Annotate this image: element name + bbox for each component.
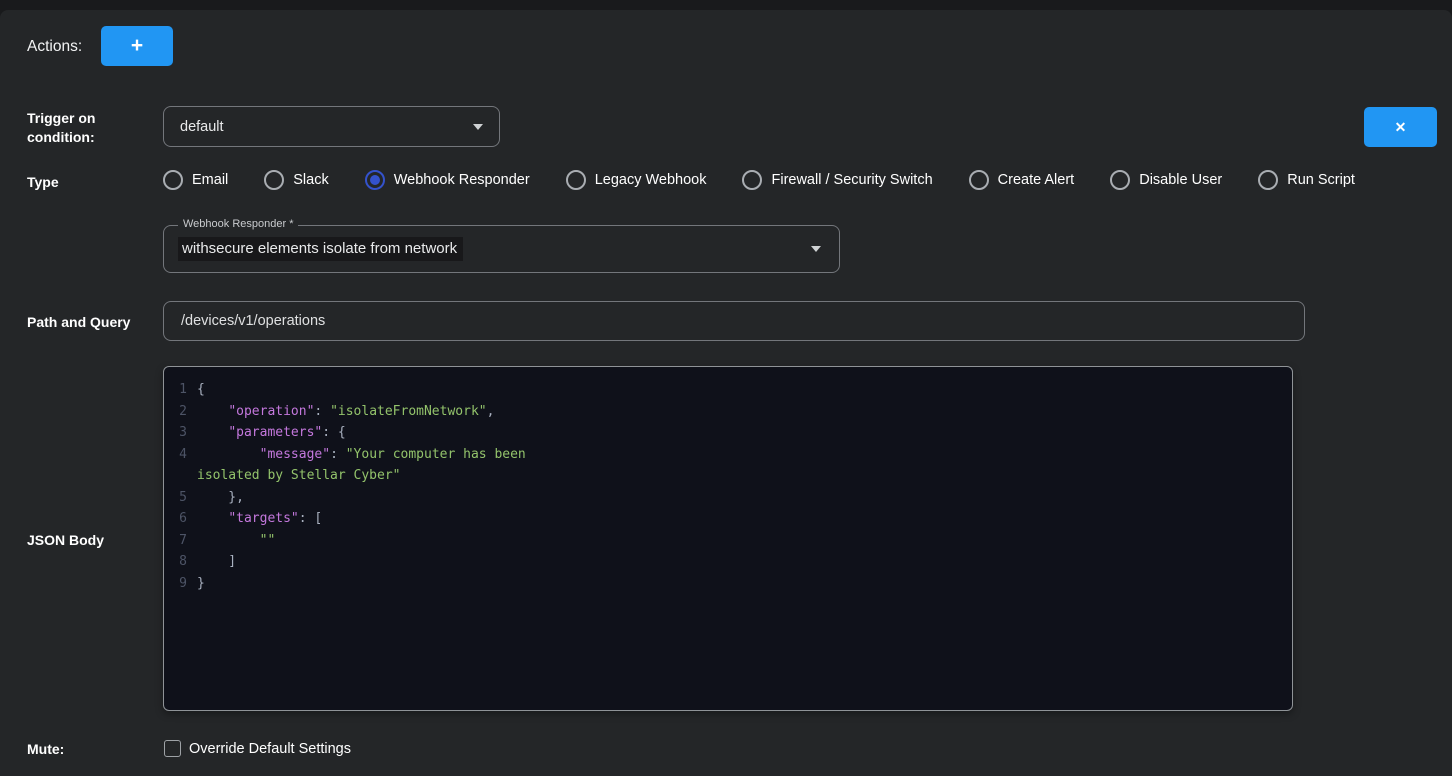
code-line: 2 "operation": "isolateFromNetwork", [164,401,1284,423]
radio-icon [742,170,762,190]
code-line: 4 "message": "Your computer has been [164,444,1284,466]
type-option-firewall-security-switch[interactable]: Firewall / Security Switch [742,170,932,190]
webhook-responder-label: Webhook Responder * [178,218,298,230]
line-number: 4 [164,444,197,466]
line-number: 5 [164,487,197,509]
radio-icon [566,170,586,190]
radio-option-label: Email [192,172,228,188]
close-icon: ✕ [1395,119,1407,136]
type-option-disable-user[interactable]: Disable User [1110,170,1222,190]
trigger-condition-select[interactable]: default [163,106,500,147]
radio-option-label: Webhook Responder [394,172,530,188]
line-number: 7 [164,530,197,552]
code-line: 5 }, [164,487,1284,509]
code-line: 3 "parameters": { [164,422,1284,444]
webhook-responder-select[interactable]: Webhook Responder * withsecure elements … [163,225,840,273]
code-text: }, [197,487,244,509]
chevron-down-icon [811,246,821,252]
json-body-label: JSON Body [27,532,104,548]
action-config-panel: Actions: + Trigger on condition: default… [0,10,1452,776]
chevron-down-icon [473,124,483,130]
line-number [164,465,197,487]
line-number: 6 [164,508,197,530]
line-number: 9 [164,573,197,595]
code-text: } [197,573,205,595]
radio-option-label: Disable User [1139,172,1222,188]
code-text: "" [197,530,275,552]
override-default-settings-label: Override Default Settings [189,741,351,757]
line-number: 3 [164,422,197,444]
type-option-slack[interactable]: Slack [264,170,328,190]
code-text: ] [197,551,236,573]
trigger-condition-value: default [180,119,224,135]
code-text: isolated by Stellar Cyber" [197,465,401,487]
trigger-condition-label: Trigger on condition: [27,109,137,147]
type-option-legacy-webhook[interactable]: Legacy Webhook [566,170,707,190]
type-option-create-alert[interactable]: Create Alert [969,170,1075,190]
json-body-editor[interactable]: 1{2 "operation": "isolateFromNetwork",3 … [163,366,1293,711]
line-number: 1 [164,379,197,401]
radio-option-label: Create Alert [998,172,1075,188]
code-text: "operation": "isolateFromNetwork", [197,401,494,423]
radio-option-label: Run Script [1287,172,1355,188]
radio-icon [163,170,183,190]
type-option-webhook-responder[interactable]: Webhook Responder [365,170,530,190]
radio-icon [264,170,284,190]
code-line: 9} [164,573,1284,595]
code-line: 1{ [164,379,1284,401]
type-label: Type [27,174,59,190]
code-text: "message": "Your computer has been [197,444,526,466]
code-line: 8 ] [164,551,1284,573]
add-action-button[interactable]: + [101,26,173,66]
path-and-query-input[interactable]: /devices/v1/operations [163,301,1305,341]
mute-label: Mute: [27,741,64,757]
remove-action-button[interactable]: ✕ [1364,107,1437,147]
code-text: { [197,379,205,401]
radio-option-label: Firewall / Security Switch [771,172,932,188]
type-radio-group: Email Slack Webhook Responder Legacy Webhoo… [163,170,1423,190]
radio-icon [1110,170,1130,190]
path-and-query-value: /devices/v1/operations [181,313,325,329]
radio-selected-icon [365,170,385,190]
override-default-settings-checkbox[interactable] [164,740,181,757]
radio-option-label: Legacy Webhook [595,172,707,188]
type-option-email[interactable]: Email [163,170,228,190]
webhook-responder-value: withsecure elements isolate from network [178,237,463,261]
radio-icon [969,170,989,190]
radio-option-label: Slack [293,172,328,188]
code-line: 7 "" [164,530,1284,552]
line-number: 8 [164,551,197,573]
code-line: 6 "targets": [ [164,508,1284,530]
radio-icon [1258,170,1278,190]
line-number: 2 [164,401,197,423]
code-text: "parameters": { [197,422,346,444]
path-and-query-label: Path and Query [27,314,130,330]
plus-icon: + [131,35,143,56]
type-option-run-script[interactable]: Run Script [1258,170,1355,190]
code-text: "targets": [ [197,508,322,530]
code-line: isolated by Stellar Cyber" [164,465,1284,487]
actions-label: Actions: [27,38,82,56]
